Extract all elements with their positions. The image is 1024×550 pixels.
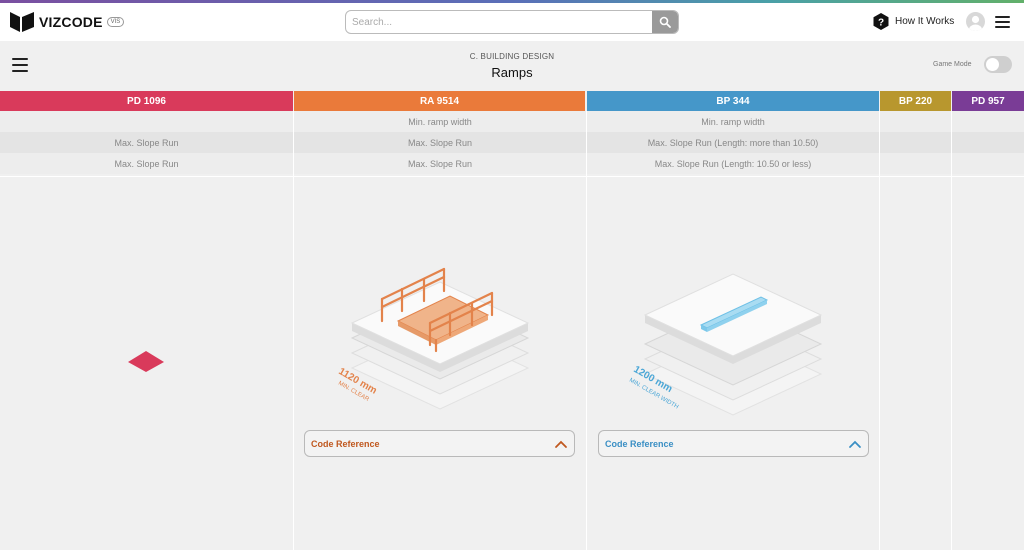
table-cell: [0, 111, 293, 132]
svg-text:?: ?: [878, 18, 884, 29]
game-mode-toggle[interactable]: [984, 56, 1012, 73]
chevron-up-icon: [849, 440, 861, 448]
user-avatar-icon: [969, 15, 982, 31]
code-reference-label: Code Reference: [311, 439, 380, 449]
user-avatar[interactable]: [966, 12, 985, 31]
table-cell: Min. ramp width: [294, 111, 586, 132]
table-cell: [952, 132, 1024, 153]
top-menu-button[interactable]: [995, 16, 1010, 28]
code-reference-label: Code Reference: [605, 439, 674, 449]
row-divider: [0, 176, 1024, 177]
column-header-label: BP 344: [716, 95, 750, 107]
table-cell: Max. Slope Run (Length: more than 10.50): [587, 132, 879, 153]
menu-bar-line: [995, 21, 1010, 23]
page-header: C. BUILDING DESIGN Ramps Game Mode: [0, 41, 1024, 90]
table-cell: [880, 153, 951, 174]
code-reference-toggle[interactable]: Code Reference: [598, 430, 869, 457]
search-icon: [659, 16, 671, 28]
how-it-works-link[interactable]: ? How It Works: [873, 13, 954, 30]
question-hexagon-icon: ?: [873, 13, 889, 30]
table-cell: [880, 132, 951, 153]
app-name: VIZCODE: [39, 14, 103, 30]
toggle-knob: [986, 58, 999, 71]
column-header-ra9514[interactable]: RA 9514: [294, 91, 585, 111]
chevron-up-icon: [555, 440, 567, 448]
column-headers: PD 1096 RA 9514 BP 344 BP 220 PD 957: [0, 91, 1024, 111]
vizcode-logo-icon: [10, 12, 34, 32]
table-cell: Min. ramp width: [587, 111, 879, 132]
table-cell: Max. Slope Run: [294, 153, 586, 174]
app-logo[interactable]: VIZCODE VIS: [10, 12, 125, 32]
column-header-bp344[interactable]: BP 344: [587, 91, 879, 111]
search-box: [345, 10, 679, 34]
column-header-label: BP 220: [898, 95, 933, 107]
app-badge: VIS: [106, 17, 125, 27]
top-navigation-bar: VIZCODE VIS ? How It Works: [0, 3, 1024, 41]
column-header-label: PD 957: [971, 95, 1005, 107]
ramp-width-illustration: 1120 mm MIN. CLEAR: [337, 267, 530, 410]
ramp-clear-width-illustration: 1200 mm MIN. CLEAR WIDTH: [628, 273, 823, 416]
column-header-pd1096[interactable]: PD 1096: [0, 91, 293, 111]
column-header-bp220[interactable]: BP 220: [880, 91, 951, 111]
menu-bar-line: [995, 16, 1010, 18]
placeholder-diamond-icon: [128, 351, 164, 372]
column-header-pd957[interactable]: PD 957: [952, 91, 1024, 111]
column-header-label: RA 9514: [419, 95, 460, 107]
table-cell: Max. Slope Run: [0, 153, 293, 174]
column-header-label: PD 1096: [127, 95, 166, 107]
menu-bar-line: [995, 26, 1010, 28]
search-input[interactable]: [346, 11, 652, 33]
page-title: Ramps: [491, 65, 533, 80]
table-cell: [880, 111, 951, 132]
search-button[interactable]: [652, 11, 678, 33]
game-mode-label: Game Mode: [933, 61, 972, 68]
breadcrumb: C. BUILDING DESIGN: [469, 52, 555, 61]
table-cell: Max. Slope Run (Length: 10.50 or less): [587, 153, 879, 174]
how-it-works-label: How It Works: [895, 16, 955, 27]
table-cell: Max. Slope Run: [0, 132, 293, 153]
table-cell: [952, 111, 1024, 132]
code-reference-toggle[interactable]: Code Reference: [304, 430, 575, 457]
table-cell: Max. Slope Run: [294, 132, 586, 153]
table-cell: [952, 153, 1024, 174]
